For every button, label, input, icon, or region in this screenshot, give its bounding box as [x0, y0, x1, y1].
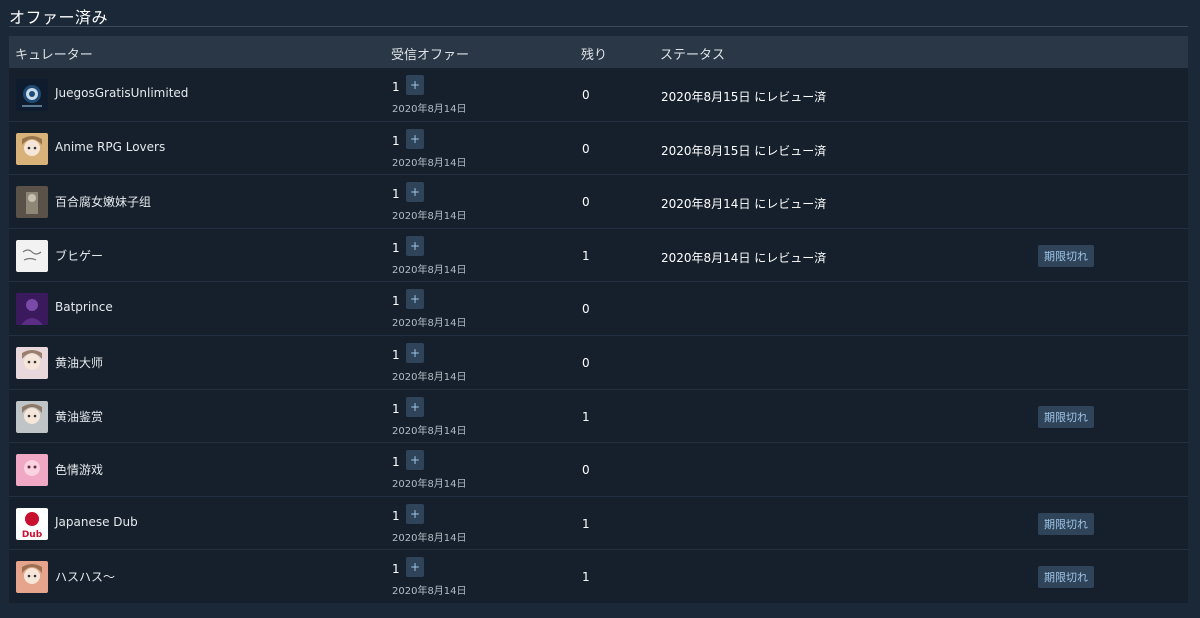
header-status[interactable]: ステータス — [660, 44, 725, 63]
curator-name-link[interactable]: 黄油大师 — [55, 354, 103, 371]
curator-avatar-icon[interactable] — [16, 186, 48, 219]
remaining-count: 0 — [582, 195, 590, 210]
table-row: Batprince 1 +2020年8月14日 0 — [9, 282, 1188, 336]
offer-count: 1 — [392, 240, 400, 255]
curator-name-link[interactable]: ハスハス〜 — [55, 568, 115, 585]
review-status: 2020年8月14日 にレビュー済 — [661, 197, 827, 212]
curator-avatar-icon[interactable] — [16, 346, 48, 379]
remaining-count: 1 — [582, 248, 590, 263]
expired-badge: 期限切れ — [1038, 512, 1094, 535]
table-body: JuegosGratisUnlimited 1 +2020年8月14日 0 2020年8… — [9, 68, 1188, 604]
offer-count: 1 — [392, 508, 400, 523]
curator-name-link[interactable]: Japanese Dub — [55, 515, 138, 529]
curator-name-link[interactable]: Batprince — [55, 300, 113, 314]
table-row: ブヒゲー 1 +2020年8月14日 1 2020年8月14日 にレビュー済 期限切れ — [9, 229, 1188, 283]
offer-date: 2020年8月14日 — [392, 425, 467, 437]
offer-date: 2020年8月14日 — [392, 371, 467, 383]
curator-name-link[interactable]: 色情游戏 — [55, 461, 103, 478]
curator-name-link[interactable]: 黄油鉴赏 — [55, 408, 103, 425]
offer-date: 2020年8月14日 — [392, 532, 467, 544]
table-row: Anime RPG Lovers 1 +2020年8月14日 0 2020年8月15日 … — [9, 122, 1188, 176]
add-offer-button[interactable]: + — [406, 289, 424, 310]
remaining-count: 1 — [582, 409, 590, 424]
add-offer-button[interactable]: + — [406, 235, 424, 256]
expired-badge: 期限切れ — [1038, 566, 1094, 589]
add-offer-button[interactable]: + — [406, 182, 424, 203]
remaining-count: 0 — [582, 355, 590, 370]
curator-avatar-icon[interactable] — [16, 293, 48, 326]
offer-date: 2020年8月14日 — [392, 318, 467, 330]
curator-name-link[interactable]: Anime RPG Lovers — [55, 140, 165, 154]
table-row: 百合腐女嫩妹子组 1 +2020年8月14日 0 2020年8月14日 にレビュー済 — [9, 175, 1188, 229]
add-offer-button[interactable]: + — [406, 450, 424, 471]
add-offer-button[interactable]: + — [406, 503, 424, 524]
remaining-count: 1 — [582, 570, 590, 585]
curator-avatar-icon[interactable] — [16, 132, 48, 165]
curator-name-link[interactable]: ブヒゲー — [55, 247, 103, 264]
remaining-count: 1 — [582, 516, 590, 531]
table-row: 黄油鉴赏 1 +2020年8月14日 1 期限切れ — [9, 390, 1188, 444]
section-title: オファー済み — [9, 8, 109, 27]
offer-date: 2020年8月14日 — [392, 586, 467, 598]
offers-table: キュレーター 受信オファー 残り ステータス JuegosGratisUnlim… — [9, 36, 1188, 603]
offer-date: 2020年8月14日 — [392, 264, 467, 276]
table-row: 色情游戏 1 +2020年8月14日 0 — [9, 443, 1188, 497]
header-curator[interactable]: キュレーター — [15, 44, 93, 63]
add-offer-button[interactable]: + — [406, 396, 424, 417]
review-status: 2020年8月14日 にレビュー済 — [661, 250, 827, 265]
title-divider — [9, 26, 1188, 27]
offer-count: 1 — [392, 455, 400, 470]
curator-avatar-icon[interactable]: Dub — [16, 507, 48, 540]
offer-count: 1 — [392, 80, 400, 94]
offer-count: 1 — [392, 294, 400, 309]
review-status: 2020年8月15日 にレビュー済 — [661, 143, 827, 158]
table-row: Dub Japanese Dub 1 +2020年8月14日 1 期限切れ — [9, 497, 1188, 551]
add-offer-button[interactable]: + — [406, 342, 424, 363]
curator-name-link[interactable]: JuegosGratisUnlimited — [55, 86, 188, 100]
remaining-count: 0 — [582, 141, 590, 156]
expired-badge: 期限切れ — [1038, 405, 1094, 428]
curator-avatar-icon[interactable] — [16, 454, 48, 487]
offer-count: 1 — [392, 401, 400, 416]
curator-name-link[interactable]: 百合腐女嫩妹子组 — [55, 193, 151, 210]
curator-avatar-icon[interactable] — [16, 561, 48, 594]
offer-date: 2020年8月14日 — [392, 157, 467, 169]
offer-date: 2020年8月14日 — [392, 104, 467, 115]
offer-count: 1 — [392, 133, 400, 148]
offer-date: 2020年8月14日 — [392, 211, 467, 223]
curator-avatar-icon[interactable] — [16, 239, 48, 272]
expired-badge: 期限切れ — [1038, 244, 1094, 267]
remaining-count: 0 — [582, 302, 590, 317]
offer-count: 1 — [392, 562, 400, 577]
add-offer-button[interactable]: + — [406, 75, 424, 95]
offer-count: 1 — [392, 187, 400, 202]
offer-count: 1 — [392, 347, 400, 362]
add-offer-button[interactable]: + — [406, 557, 424, 578]
offer-date: 2020年8月14日 — [392, 479, 467, 491]
avatar-label: Dub — [21, 529, 43, 540]
table-row: JuegosGratisUnlimited 1 +2020年8月14日 0 2020年8… — [9, 68, 1188, 122]
curator-avatar-icon[interactable] — [16, 400, 48, 433]
table-row: ハスハス〜 1 +2020年8月14日 1 期限切れ — [9, 550, 1188, 604]
remaining-count: 0 — [582, 463, 590, 478]
add-offer-button[interactable]: + — [406, 128, 424, 149]
header-remaining[interactable]: 残り — [581, 44, 607, 63]
header-received-offers[interactable]: 受信オファー — [391, 44, 469, 63]
review-status: 2020年8月15日 にレビュー済 — [661, 90, 827, 104]
table-row: 黄油大师 1 +2020年8月14日 0 — [9, 336, 1188, 390]
remaining-count: 0 — [582, 88, 590, 102]
curator-avatar-icon[interactable] — [16, 79, 48, 111]
table-header: キュレーター 受信オファー 残り ステータス — [9, 36, 1188, 68]
